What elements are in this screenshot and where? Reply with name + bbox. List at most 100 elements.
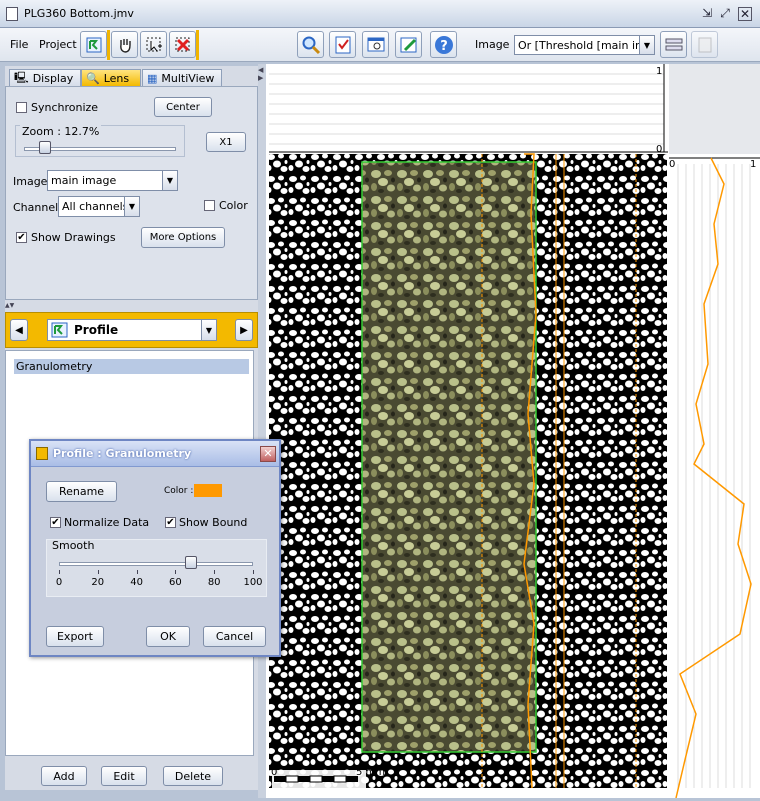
next-button[interactable]: ▶ [235, 319, 253, 341]
rename-button[interactable]: Rename [46, 481, 117, 502]
color-swatch[interactable] [194, 484, 222, 497]
smooth-tick-label: 0 [55, 577, 63, 588]
cancel-button[interactable]: Cancel [203, 626, 266, 647]
layers-button[interactable] [660, 31, 687, 58]
dialog-title: Profile : Granulometry [53, 447, 192, 460]
color-checkbox[interactable] [204, 200, 215, 211]
profile-icon [51, 322, 68, 338]
list-item[interactable]: Granulometry [14, 359, 249, 374]
disabled-button[interactable] [691, 31, 718, 58]
zoom-label: Zoom : 12.7% [20, 125, 102, 138]
toolbar-separator [196, 30, 199, 60]
title-bar: PLG360 Bottom.jmv ⇲ ⤢ ✕ [0, 0, 760, 28]
view-button[interactable] [362, 31, 389, 58]
menu-project[interactable]: Project [39, 38, 77, 51]
viewer-canvas: 1 0 0 1 0 5 mm [266, 64, 760, 799]
channel-select[interactable]: All channels ▼ [58, 196, 140, 217]
delete-tool-button[interactable] [169, 31, 196, 58]
smooth-tick-mark [136, 570, 138, 574]
channel-label: Channel: [13, 201, 62, 214]
menu-file[interactable]: File [10, 38, 28, 51]
delete-button[interactable]: Delete [163, 766, 223, 786]
add-button[interactable]: Add [41, 766, 87, 786]
edit-button[interactable] [395, 31, 422, 58]
side-profile-panel [669, 154, 760, 798]
image-select[interactable]: Or [Threshold [main im... ▼ [514, 35, 655, 55]
maximize-icon[interactable]: ⤢ [718, 7, 732, 21]
export-button[interactable]: Export [46, 626, 104, 647]
previous-button[interactable]: ◀ [10, 319, 28, 341]
smooth-tick-mark [59, 570, 60, 574]
dialog-color-label: Color : [164, 486, 194, 496]
checklist-button[interactable] [329, 31, 356, 58]
image-viewer[interactable]: 1 0 0 1 0 5 mm [266, 64, 760, 799]
splitter[interactable]: ▲▼ [5, 302, 258, 309]
corner-panel [669, 64, 760, 154]
chevron-down-icon: ▼ [201, 320, 216, 340]
tab-label: MultiView [161, 71, 215, 85]
zoom-button[interactable] [297, 31, 324, 58]
profile-navigator: ◀ Profile ▼ ▶ [5, 312, 258, 348]
show-drawings-label: Show Drawings [31, 231, 116, 244]
chevron-down-icon: ▼ [124, 197, 139, 216]
smooth-label: Smooth [52, 539, 95, 552]
x1-button[interactable]: X1 [206, 132, 246, 152]
help-button[interactable]: ? [430, 31, 457, 58]
more-options-button[interactable]: More Options [141, 227, 225, 248]
color-label: Color [219, 199, 248, 212]
tab-display[interactable]: 🖳 Display [9, 69, 81, 86]
restore-icon[interactable]: ⇲ [700, 7, 714, 21]
smooth-group: Smooth 0 20 40 60 80 100 [46, 539, 267, 597]
smooth-tick-mark [214, 570, 216, 574]
show-bound-checkbox[interactable]: ✔ [165, 517, 176, 528]
lens-icon: 🔍 [86, 71, 100, 85]
layers-icon [665, 38, 682, 50]
smooth-slider-thumb[interactable] [184, 556, 197, 569]
profile-icon [86, 37, 101, 52]
profile-dialog: Profile : Granulometry ✕ Rename Color : … [29, 439, 281, 657]
toolbar: File Project ? Image : Or [Threshold [ma… [0, 28, 760, 62]
left-pane: 🖳 Display 🔍 Lens ▦ MultiView Synchronize Ce… [5, 66, 258, 790]
dialog-close-icon[interactable]: ✕ [260, 446, 276, 462]
center-button[interactable]: Center [154, 97, 212, 117]
edit-button[interactable]: Edit [101, 766, 147, 786]
top-axis-min-label: 0 [656, 144, 662, 155]
tab-multiview[interactable]: ▦ MultiView [142, 69, 222, 86]
close-icon[interactable]: ✕ [738, 7, 752, 21]
help-icon: ? [434, 35, 453, 54]
vertical-splitter[interactable]: ◀ ▶ [258, 64, 266, 798]
ok-button[interactable]: OK [146, 626, 190, 647]
zoom-icon [302, 36, 320, 54]
normalize-label: Normalize Data [64, 516, 150, 529]
chevron-down-icon: ▼ [162, 171, 177, 190]
side-axis-min-label: 0 [669, 159, 675, 170]
select-add-tool-button[interactable] [140, 31, 167, 58]
synchronize-label: Synchronize [31, 101, 99, 114]
smooth-tick-label: 40 [130, 577, 143, 588]
lens-image-value: main image [51, 174, 117, 187]
scalebar [274, 775, 358, 783]
dialog-title-bar: Profile : Granulometry ✕ [31, 441, 279, 467]
image-select-value: Or [Threshold [main im... [518, 38, 655, 52]
smooth-ticks: 0 20 40 60 80 100 [47, 570, 268, 594]
smooth-tick-label: 80 [207, 577, 221, 588]
edit-icon [400, 37, 416, 52]
tab-lens[interactable]: 🔍 Lens [81, 69, 141, 86]
show-drawings-checkbox[interactable]: ✔ [16, 232, 27, 243]
smooth-tick-label: 60 [169, 577, 182, 588]
multiview-icon: ▦ [147, 71, 158, 85]
smooth-tick-mark [253, 570, 254, 574]
show-bound-label: Show Bound [179, 516, 248, 529]
normalize-checkbox[interactable]: ✔ [50, 517, 61, 528]
select-add-icon [146, 37, 162, 51]
pan-tool-button[interactable] [111, 31, 138, 58]
smooth-track [59, 562, 253, 566]
lens-image-select[interactable]: main image ▼ [47, 170, 178, 191]
zoom-slider-thumb[interactable] [38, 141, 51, 154]
profile-tool-button[interactable] [80, 31, 107, 58]
channel-value: All channels [62, 200, 129, 213]
synchronize-checkbox[interactable] [16, 102, 27, 113]
smooth-tick-label: 100 [243, 577, 263, 588]
profile-select[interactable]: Profile ▼ [47, 319, 217, 341]
scalebar-end: 5 mm [356, 767, 385, 778]
